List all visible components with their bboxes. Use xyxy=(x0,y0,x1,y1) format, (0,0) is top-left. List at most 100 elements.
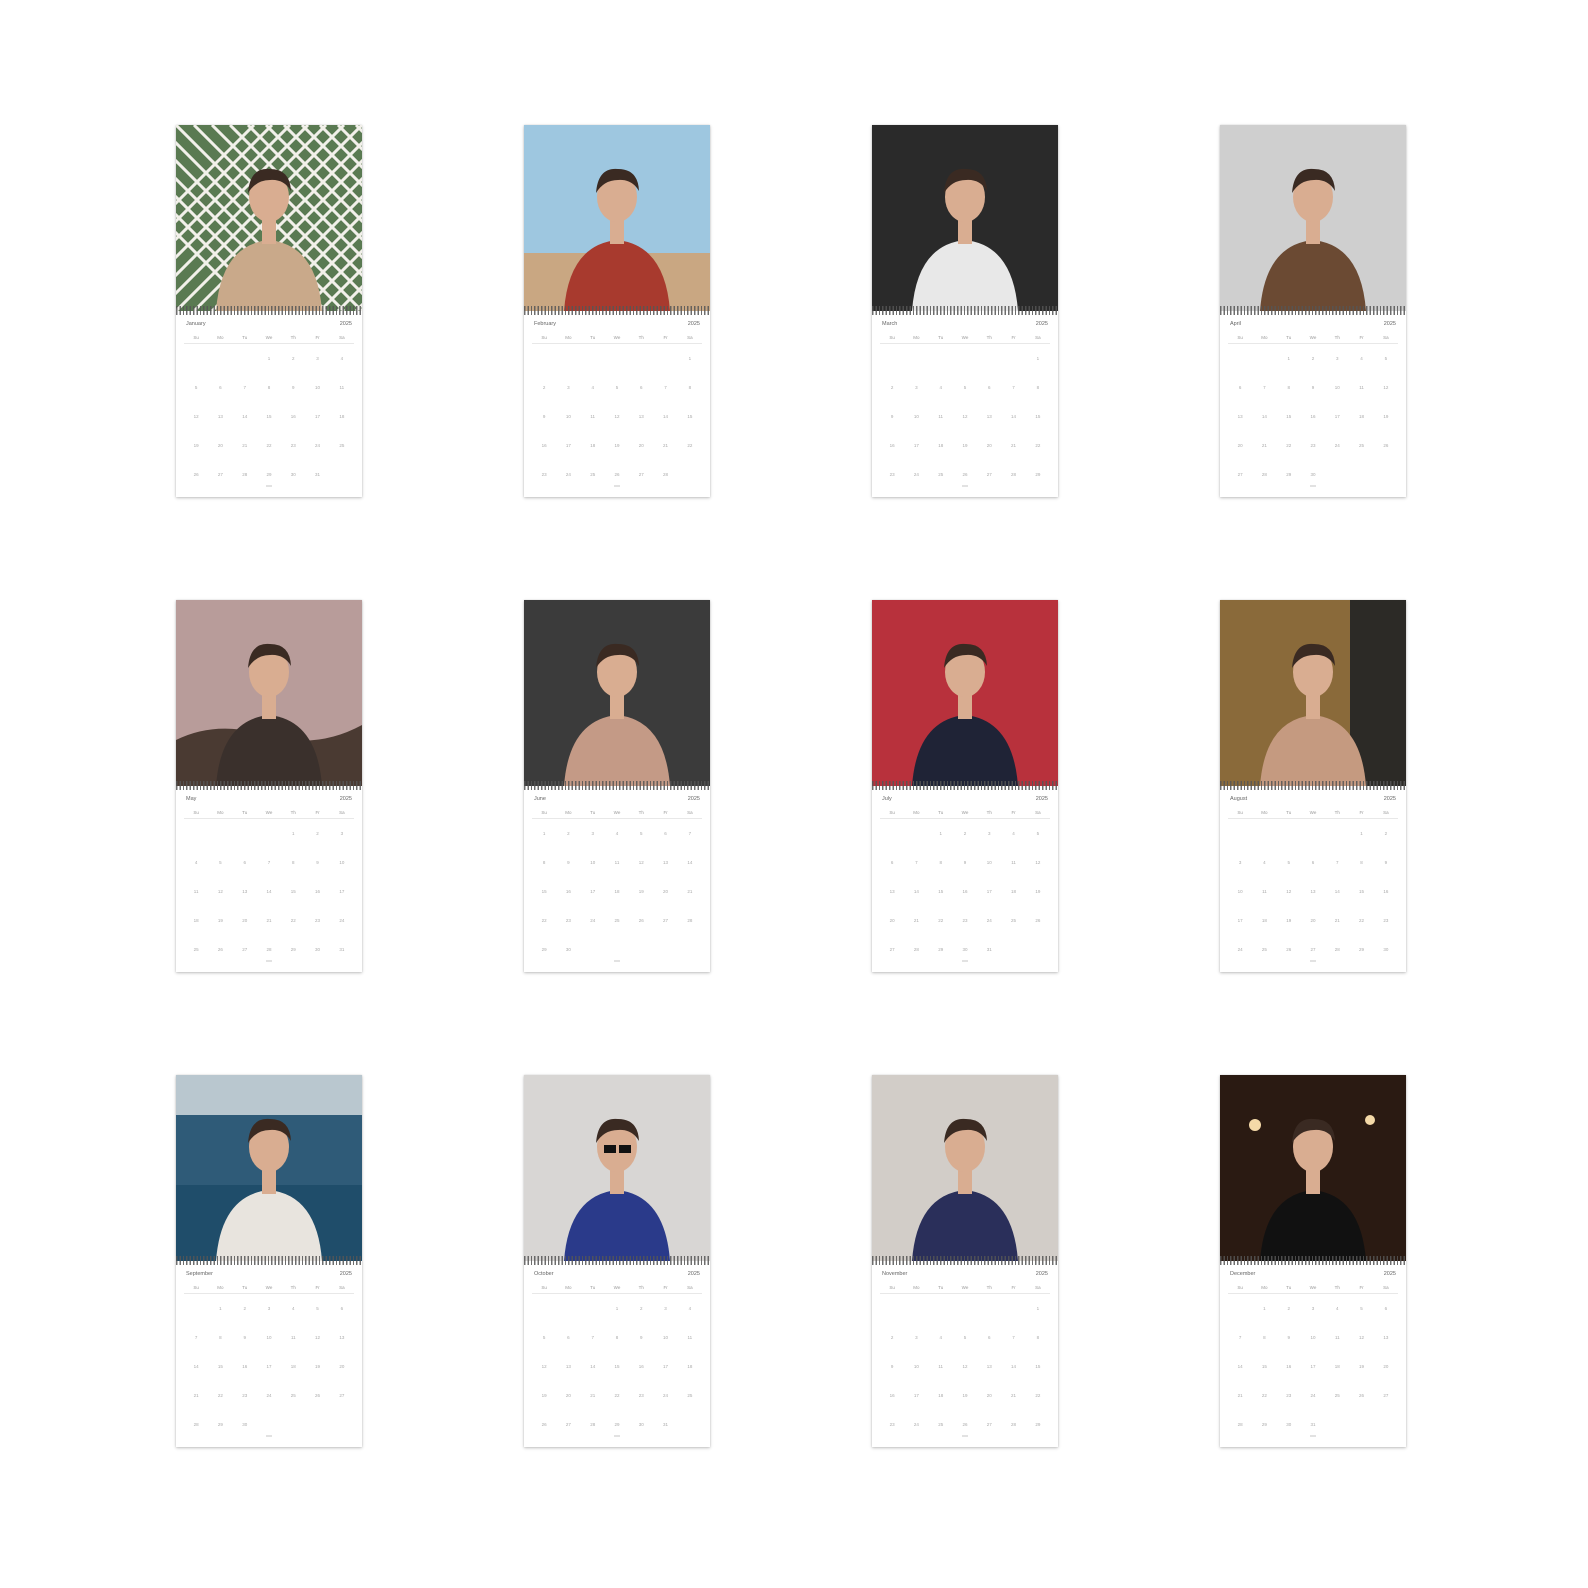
day-cell: 18 xyxy=(614,889,620,894)
day-cell: 15 xyxy=(1359,889,1365,894)
year-label: 2025 xyxy=(1383,1271,1396,1277)
day-cell: 28 xyxy=(913,947,919,952)
day-cell: 26 xyxy=(1035,918,1041,923)
day-cell: 19 xyxy=(193,443,199,448)
day-cell: 12 xyxy=(638,860,644,865)
day-cell: 24 xyxy=(663,1393,669,1398)
day-cell: 20 xyxy=(242,918,248,923)
day-cell xyxy=(532,1294,556,1323)
month-photo xyxy=(1220,1075,1406,1261)
day-cell: 9 xyxy=(1311,385,1315,390)
day-cell: 16 xyxy=(1310,414,1316,419)
day-cell: 13 xyxy=(663,860,669,865)
day-cell: 11 xyxy=(1262,889,1267,894)
day-cell: 16 xyxy=(315,889,321,894)
day-cell: 24 xyxy=(1310,1393,1316,1398)
month-header: November 2025 xyxy=(882,1271,1048,1277)
day-cell: 17 xyxy=(986,889,992,894)
month-grid: Su Mo Tu We Th Fr Sa 1 2 3 4 5 6 7 8 9 10 11 12 13 14 15 16 17 1… xyxy=(880,335,1050,489)
day-cell: 18 xyxy=(1011,889,1017,894)
day-cell: 27 xyxy=(638,472,644,477)
weekday-label: Mo xyxy=(208,810,233,819)
day-cell: 24 xyxy=(565,472,571,477)
day-cell: 25 xyxy=(339,443,345,448)
day-cell: 18 xyxy=(1261,918,1267,923)
day-cell: 31 xyxy=(663,1422,669,1427)
day-cell: 14 xyxy=(1261,414,1267,419)
day-cell xyxy=(678,1410,702,1439)
weekday-label: Mo xyxy=(1252,335,1277,344)
month-name: February xyxy=(534,321,557,327)
day-cell: 19 xyxy=(1286,918,1292,923)
day-cell xyxy=(880,1294,904,1323)
day-cell: 10 xyxy=(913,1364,919,1369)
day-cell: 5 xyxy=(1360,1306,1363,1311)
weekday-label: Su xyxy=(532,810,557,819)
day-cell: 25 xyxy=(193,947,199,952)
day-cell: 19 xyxy=(962,1393,968,1398)
year-label: 2025 xyxy=(1035,796,1048,802)
spiral-binding xyxy=(176,1256,362,1265)
calendar-page-april: April 2025 Su Mo Tu We Th Fr Sa 1 2 3 4 5 6 7 8 9 10 11 12 13… xyxy=(1220,125,1406,497)
weekday-label: Fr xyxy=(1349,335,1374,344)
day-cell: 1 xyxy=(615,1306,619,1311)
day-cell: 30 xyxy=(315,947,321,952)
day-cell: 14 xyxy=(1237,1364,1243,1369)
day-cell: 14 xyxy=(266,889,272,894)
day-cell: 10 xyxy=(315,385,321,390)
month-grid: Su Mo Tu We Th Fr Sa 1 2 3 4 5 6 7 8 9 10 11 12 13 14 15 16 17 1… xyxy=(184,810,354,964)
day-cell: 9 xyxy=(963,860,967,865)
calendar-page-december: December 2025 Su Mo Tu We Th Fr Sa 1 2 3 4 5 6 7 8 9 10 11 1… xyxy=(1220,1075,1406,1447)
spiral-binding xyxy=(176,306,362,315)
month-grid: Su Mo Tu We Th Fr Sa 1 2 3 4 5 6 7 8 9 10 11 12 13 14 15 16 17 1… xyxy=(1228,810,1398,964)
day-cell: 30 xyxy=(290,472,296,477)
day-cell: 6 xyxy=(243,860,246,865)
day-cell: 18 xyxy=(339,414,345,419)
day-cell: 16 xyxy=(290,414,296,419)
day-cell: 2 xyxy=(292,356,295,361)
day-cell: 24 xyxy=(315,443,321,448)
day-cell xyxy=(1325,1410,1349,1439)
day-cell: 3 xyxy=(591,831,594,836)
day-cell: 13 xyxy=(986,1364,992,1369)
day-cell: 4 xyxy=(939,385,942,390)
day-cell xyxy=(1374,1410,1398,1439)
day-cell: 21 xyxy=(1011,443,1017,448)
day-cell: 2 xyxy=(316,831,319,836)
month-photo xyxy=(872,1075,1058,1261)
year-label: 2025 xyxy=(1035,1271,1048,1277)
calendar-page-october: October 2025 Su Mo Tu We Th Fr Sa 1 2 3 4 5 6 7 8 9 10 11 12… xyxy=(524,1075,710,1447)
weekday-label: Th xyxy=(629,1285,654,1294)
weekday-label: Tu xyxy=(232,810,257,819)
day-cell: 18 xyxy=(687,1364,693,1369)
day-cell: 24 xyxy=(590,918,596,923)
weekday-label: Tu xyxy=(232,1285,257,1294)
day-cell: 6 xyxy=(640,385,643,390)
weekday-label: Sa xyxy=(329,810,354,819)
page-footer-mark xyxy=(266,1435,272,1437)
calendar-page-march: March 2025 Su Mo Tu We Th Fr Sa 1 2 3 4 5 6 7 8 9 10 11 12 13… xyxy=(872,125,1058,497)
day-cell: 20 xyxy=(986,1393,992,1398)
day-cell: 1 xyxy=(1360,831,1363,836)
page-footer-mark xyxy=(962,485,968,487)
day-cell: 8 xyxy=(939,860,942,865)
day-cell xyxy=(904,819,928,848)
day-cell: 14 xyxy=(913,889,919,894)
day-cell: 5 xyxy=(1287,860,1290,865)
day-cell xyxy=(233,344,257,373)
day-cell: 17 xyxy=(339,889,345,894)
day-cell: 21 xyxy=(663,443,669,448)
day-cell: 24 xyxy=(986,918,992,923)
day-cell: 30 xyxy=(242,1422,248,1427)
month-header: October 2025 xyxy=(534,1271,700,1277)
day-cell: 23 xyxy=(1383,918,1389,923)
day-cell: 6 xyxy=(340,1306,344,1311)
day-cell: 22 xyxy=(938,918,944,923)
weekday-label: Mo xyxy=(1252,810,1277,819)
weekday-label: Sa xyxy=(1373,1285,1398,1294)
day-cell: 11 xyxy=(590,414,596,419)
day-cell: 12 xyxy=(193,414,199,419)
day-cell: 27 xyxy=(986,1422,992,1427)
day-cell: 27 xyxy=(217,472,223,477)
spiral-binding xyxy=(1220,306,1406,315)
